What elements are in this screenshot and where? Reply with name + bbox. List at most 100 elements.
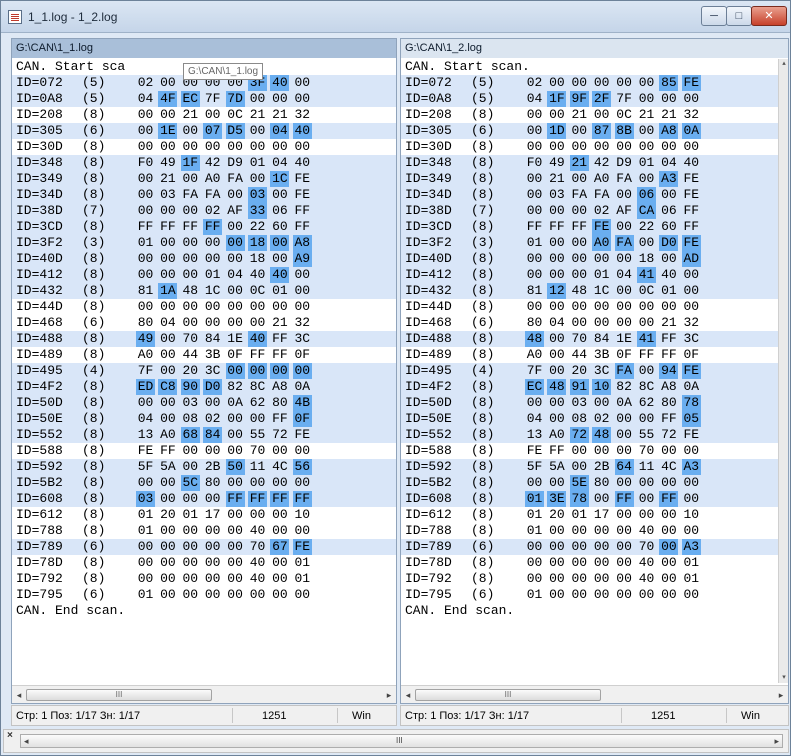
can-id: ID=489: [16, 347, 63, 362]
data-length: (8): [82, 139, 106, 154]
data-length: (3): [471, 235, 495, 250]
data-byte: 00: [683, 139, 700, 154]
data-byte: 48: [525, 331, 544, 347]
scroll-left-arrow-icon[interactable]: ◂: [24, 735, 29, 747]
data-byte: 01: [137, 235, 154, 250]
data-byte: 00: [526, 571, 543, 586]
data-byte: 00: [683, 91, 700, 106]
data-length: (8): [471, 347, 495, 362]
can-id: ID=792: [16, 571, 63, 586]
data-byte: 01: [137, 507, 154, 522]
data-length: (8): [471, 427, 495, 442]
data-byte: 08: [182, 411, 199, 426]
data-byte: FF: [571, 219, 588, 234]
can-id: ID=38D: [16, 203, 63, 218]
data-byte: FF: [683, 219, 700, 234]
data-byte: 7F: [204, 91, 221, 106]
data-byte: FE: [592, 219, 612, 235]
data-length: (8): [82, 283, 106, 298]
data-byte: 00: [638, 123, 655, 138]
data-byte: 00: [638, 91, 655, 106]
data-byte: 00: [616, 187, 632, 202]
scroll-right-arrow-icon[interactable]: ▸: [774, 735, 779, 747]
scroll-left-arrow-icon[interactable]: ◂: [403, 689, 413, 701]
data-byte: 49: [549, 155, 565, 170]
log-row: ID=3F2 (3) 01 00 00 A0 FA 00 D0 FE: [401, 235, 778, 251]
data-length: (8): [471, 523, 495, 538]
can-id: ID=40D: [405, 251, 452, 266]
data-byte: 00: [526, 139, 543, 154]
title-bar[interactable]: 1_1.log - 1_2.log ─ □ ✕: [1, 1, 790, 33]
maximize-button[interactable]: □: [726, 6, 752, 26]
right-file-pane[interactable]: G:\CAN\1_2.log CAN. Start scan. ID=072 (5)…: [400, 38, 789, 704]
scroll-left-arrow-icon[interactable]: ◂: [14, 689, 24, 701]
encoding-label: Win: [741, 710, 760, 722]
data-byte: 00: [182, 315, 199, 330]
data-byte: A0: [526, 347, 543, 362]
scroll-right-arrow-icon[interactable]: ▸: [776, 689, 786, 701]
data-byte: 00: [249, 411, 266, 426]
data-byte: 00: [616, 411, 632, 426]
log-row: ID=412 (8) 00 00 00 01 04 41 40 00: [401, 267, 778, 283]
left-log-content[interactable]: CAN. Start sca ID=072 (5) 02 00 00 00 00 3F 40 00 I…: [12, 59, 396, 683]
data-byte: 00: [549, 331, 565, 346]
scroll-up-arrow-icon[interactable]: ▴: [779, 59, 789, 69]
can-id: ID=608: [405, 491, 452, 506]
close-panel-icon[interactable]: ×: [7, 730, 13, 741]
data-byte: 00: [225, 363, 245, 379]
data-byte: 03: [160, 187, 176, 202]
data-byte: FA: [182, 187, 199, 202]
can-id: ID=3CD: [405, 219, 452, 234]
minimize-button[interactable]: ─: [701, 6, 727, 26]
log-row: ID=795 (6) 01 00 00 00 00 00 00 00: [401, 587, 778, 603]
scroll-thumb[interactable]: III: [415, 689, 601, 701]
data-byte: 64: [614, 459, 634, 475]
data-byte: 00: [204, 139, 221, 154]
data-byte: 01: [683, 571, 700, 586]
data-byte: 10: [592, 379, 612, 395]
data-byte: 13: [137, 427, 154, 442]
log-row: ID=30D (8) 00 00 00 00 00 00 00 00: [401, 139, 778, 155]
close-button[interactable]: ✕: [751, 6, 787, 26]
left-horizontal-scrollbar[interactable]: ◂ III ▸: [12, 685, 396, 703]
log-row: ID=0A8 (5) 04 1F 9F 2F 7F 00 00 00: [401, 91, 778, 107]
data-byte: 0F: [294, 347, 311, 362]
data-byte: FF: [549, 219, 565, 234]
data-byte: 00: [549, 411, 565, 426]
data-length: (8): [471, 107, 495, 122]
sync-scroll-track[interactable]: ◂ III ▸: [20, 734, 783, 748]
data-byte: 60: [661, 219, 677, 234]
data-byte: 70: [249, 443, 266, 458]
scroll-down-arrow-icon[interactable]: ▾: [779, 673, 789, 683]
data-byte: 00: [593, 491, 610, 506]
data-byte: 00: [160, 475, 176, 490]
can-id: ID=489: [405, 347, 452, 362]
window-title: 1_1.log - 1_2.log: [28, 10, 118, 24]
data-byte: 03: [248, 187, 267, 203]
data-byte: 00: [593, 251, 610, 266]
data-byte: FA: [616, 171, 632, 186]
data-byte: 00: [227, 251, 243, 266]
can-id: ID=78D: [16, 555, 63, 570]
can-id: ID=50D: [16, 395, 63, 410]
sync-scrollbar[interactable]: × ◂ III ▸: [3, 729, 789, 753]
data-byte: 00: [227, 411, 243, 426]
data-byte: 40: [248, 331, 267, 347]
can-id: ID=792: [405, 571, 452, 586]
data-byte: 01: [661, 283, 677, 298]
scroll-thumb[interactable]: III: [26, 689, 212, 701]
right-horizontal-scrollbar[interactable]: ◂ III ▸: [401, 685, 788, 703]
data-byte: 13: [526, 427, 543, 442]
data-byte: 00: [160, 571, 176, 586]
data-byte: 00: [571, 75, 588, 90]
log-row: ID=468 (6) 80 04 00 00 00 00 21 32: [12, 315, 396, 331]
scroll-right-arrow-icon[interactable]: ▸: [384, 689, 394, 701]
right-log-content[interactable]: CAN. Start scan. ID=072 (5) 02 00 00 00 00 00 85 F…: [401, 59, 778, 683]
left-file-pane[interactable]: G:\CAN\1_1.log CAN. Start sca ID=072 (5) 02…: [11, 38, 397, 704]
data-byte: 3C: [593, 363, 610, 378]
data-byte: FA: [227, 171, 243, 186]
data-byte: 00: [272, 507, 288, 522]
data-byte: 4C: [272, 459, 288, 474]
right-vertical-scrollbar[interactable]: ▴ ▾: [778, 59, 788, 683]
data-byte: 00: [182, 203, 199, 218]
